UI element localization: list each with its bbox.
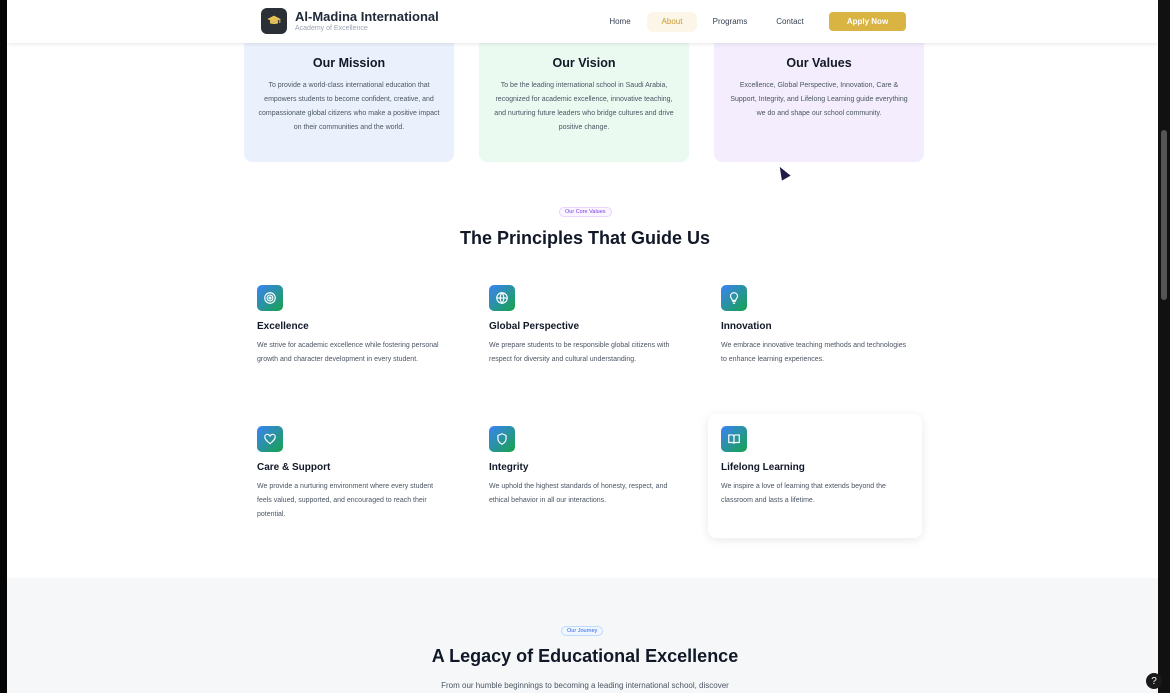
mission-text: To provide a world-class international e… <box>258 82 440 131</box>
window-left-edge <box>0 0 7 693</box>
scrollbar-thumb[interactable] <box>1161 130 1167 300</box>
globe-icon <box>489 285 515 311</box>
mission-title: Our Mission <box>312 56 386 70</box>
principles-heading: The Principles That Guide Us <box>459 228 711 248</box>
principle-text: We prepare students to be responsible gl… <box>489 342 670 363</box>
values-text: Excellence, Global Perspective, Innovati… <box>730 82 908 117</box>
help-button[interactable]: ? <box>1146 673 1162 689</box>
site-logo[interactable] <box>261 8 287 34</box>
principle-text: We provide a nurturing environment where… <box>257 483 434 518</box>
principle-title: Excellence <box>257 321 309 332</box>
vision-text: To be the leading international school i… <box>494 82 674 131</box>
principle-card-excellence[interactable]: Excellence We strive for academic excell… <box>244 273 458 397</box>
brand-tagline: Academy of Excellence <box>295 25 368 32</box>
journey-heading: A Legacy of Educational Excellence <box>431 646 739 666</box>
principle-text: We uphold the highest standards of hones… <box>489 483 668 504</box>
principle-title: Care & Support <box>257 462 331 473</box>
journey-badge: Our Journey <box>561 626 604 636</box>
target-icon <box>257 285 283 311</box>
principle-card-innovation[interactable]: Innovation We embrace innovative teachin… <box>708 273 922 397</box>
principle-title: Global Perspective <box>489 321 580 332</box>
nav-link-programs[interactable]: Programs <box>707 12 753 32</box>
principle-title: Integrity <box>489 462 529 473</box>
heart-icon <box>257 426 283 452</box>
principle-title: Lifelong Learning <box>721 462 805 473</box>
apply-now-button[interactable]: Apply Now <box>829 12 906 31</box>
principle-title: Innovation <box>721 321 772 332</box>
vision-card: Our Vision To be the leading internation… <box>479 38 689 162</box>
principle-card-lifelong-learning[interactable]: Lifelong Learning We inspire a love of l… <box>708 414 922 538</box>
shield-icon <box>489 426 515 452</box>
values-title: Our Values <box>786 56 852 70</box>
principle-text: We strive for academic excellence while … <box>257 342 439 363</box>
principle-card-integrity[interactable]: Integrity We uphold the highest standard… <box>476 414 690 538</box>
mission-card: Our Mission To provide a world-class int… <box>244 38 454 162</box>
lightbulb-icon <box>721 285 747 311</box>
principle-card-care-support[interactable]: Care & Support We provide a nurturing en… <box>244 414 458 538</box>
site-header: Al-Madina International Academy of Excel… <box>7 0 1158 43</box>
brand-name[interactable]: Al-Madina International <box>295 9 439 24</box>
principles-badge: Our Core Values <box>559 207 612 217</box>
values-card: Our Values Excellence, Global Perspectiv… <box>714 38 924 162</box>
nav-link-about[interactable]: About <box>647 12 697 32</box>
mouse-cursor <box>775 164 791 181</box>
principle-text: We embrace innovative teaching methods a… <box>721 342 907 363</box>
principle-text: We inspire a love of learning that exten… <box>721 483 886 504</box>
vision-title: Our Vision <box>552 56 616 70</box>
graduation-cap-icon <box>267 15 281 24</box>
journey-text: From our humble beginnings to becoming a… <box>441 681 729 690</box>
scrollbar-track[interactable] <box>1158 0 1170 693</box>
nav-link-home[interactable]: Home <box>603 12 637 32</box>
book-open-icon <box>721 426 747 452</box>
nav-link-contact[interactable]: Contact <box>769 12 811 32</box>
principle-card-global-perspective[interactable]: Global Perspective We prepare students t… <box>476 273 690 397</box>
